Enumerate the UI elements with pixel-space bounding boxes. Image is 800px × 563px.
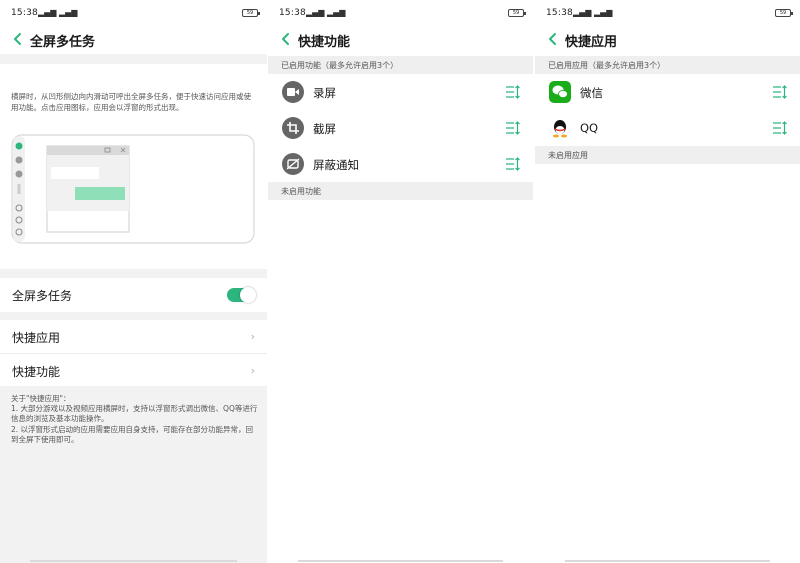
video-camera-icon: [282, 81, 304, 103]
screens-container: 15:38 ▂▄▆ ▂▄▆ 59 全屏多任务 横屏时，从凹形侧边向内滑动可呼出全…: [0, 0, 800, 563]
enabled-apps-header: 已启用应用（最多允许启用3个）: [535, 56, 800, 74]
title-bar: 快捷功能: [268, 26, 533, 54]
list-item-screen-record[interactable]: 录屏: [268, 74, 533, 110]
fullscreen-multitask-toggle-row[interactable]: 全屏多任务: [0, 278, 267, 312]
status-time: 15:38: [546, 8, 573, 18]
signal-icon: ▂▄▆ ▂▄▆: [306, 8, 346, 17]
drag-sort-icon[interactable]: [772, 84, 788, 100]
switch-knob: [240, 287, 256, 303]
quick-functions-screen: 15:38 ▂▄▆ ▂▄▆ 59 快捷功能 已启用功能（最多允许启用3个） 录屏: [268, 0, 533, 563]
chevron-right-icon: ›: [250, 364, 255, 377]
back-arrow-icon[interactable]: [11, 31, 25, 47]
battery-icon: 59: [775, 9, 793, 17]
section-header-text: 已启用功能（最多允许启用3个）: [281, 61, 399, 70]
list-item-qq[interactable]: QQ: [535, 110, 800, 146]
item-label: 屏蔽通知: [313, 158, 359, 172]
wechat-icon: [549, 81, 571, 103]
page-title: 快捷功能: [298, 35, 351, 50]
quick-apps-note: 关于"快捷应用"： 1. 大部分游戏以及视频应用横屏时，支持以浮窗形式调出微信、…: [11, 394, 259, 445]
fullscreen-multitask-switch[interactable]: [227, 287, 256, 303]
note-line: 关于"快捷应用"：: [11, 394, 71, 403]
back-arrow-icon[interactable]: [546, 31, 560, 47]
home-indicator: [565, 560, 770, 562]
home-indicator: [30, 560, 237, 562]
qq-icon: [549, 117, 571, 139]
row-quick-functions[interactable]: 快捷功能 ›: [0, 353, 267, 386]
quick-apps-label: 快捷应用: [12, 331, 61, 345]
disabled-functions-header: 未启用功能: [268, 182, 533, 200]
signal-icon: ▂▄▆ ▂▄▆: [38, 8, 78, 17]
chevron-right-icon: ›: [250, 330, 255, 343]
section-header-text: 未启用功能: [281, 187, 321, 196]
home-indicator: [298, 560, 503, 562]
fullscreen-multitask-screen: 15:38 ▂▄▆ ▂▄▆ 59 全屏多任务 横屏时，从凹形侧边向内滑动可呼出全…: [0, 0, 267, 563]
item-label: 微信: [580, 86, 603, 100]
status-bar: 15:38 ▂▄▆ ▂▄▆ 59: [535, 0, 800, 26]
status-time: 15:38: [279, 8, 306, 18]
landscape-phone-illustration: [11, 134, 255, 244]
toggle-row-label: 全屏多任务: [12, 289, 73, 303]
item-label: 录屏: [313, 86, 336, 100]
drag-sort-icon[interactable]: [505, 156, 521, 172]
drag-sort-icon[interactable]: [505, 84, 521, 100]
signal-icon: ▂▄▆ ▂▄▆: [573, 8, 613, 17]
list-item-screenshot[interactable]: 截屏: [268, 110, 533, 146]
battery-icon: 59: [508, 9, 526, 17]
list-item-wechat[interactable]: 微信: [535, 74, 800, 110]
note-line: 1. 大部分游戏以及视频应用横屏时，支持以浮窗形式调出微信、QQ等进行信息的浏览…: [11, 404, 258, 424]
page-title: 快捷应用: [565, 35, 618, 50]
page-title: 全屏多任务: [30, 35, 96, 50]
title-bar: 快捷应用: [535, 26, 800, 54]
note-line: 2. 以浮窗形式启动的应用需要应用自身支持，可能存在部分功能异常，回到全屏下使用…: [11, 424, 254, 444]
drag-sort-icon[interactable]: [505, 120, 521, 136]
title-bar: 全屏多任务: [0, 26, 267, 54]
section-header-text: 未启用应用: [548, 151, 588, 160]
description-panel: 横屏时，从凹形侧边向内滑动可呼出全屏多任务，便于快速访问应用或使用功能。点击应用…: [0, 64, 267, 269]
status-bar: 15:38 ▂▄▆ ▂▄▆ 59: [0, 0, 267, 26]
drag-sort-icon[interactable]: [772, 120, 788, 136]
list-item-block-notifications[interactable]: 屏蔽通知: [268, 146, 533, 182]
status-time: 15:38: [11, 8, 38, 18]
item-label: 截屏: [313, 122, 336, 136]
crop-icon: [282, 117, 304, 139]
quick-apps-screen: 15:38 ▂▄▆ ▂▄▆ 59 快捷应用 已启用应用（最多允许启用3个） 微信: [535, 0, 800, 563]
section-header-text: 已启用应用（最多允许启用3个）: [548, 61, 666, 70]
notification-off-icon: [282, 153, 304, 175]
status-bar: 15:38 ▂▄▆ ▂▄▆ 59: [268, 0, 533, 26]
row-quick-apps[interactable]: 快捷应用 ›: [0, 320, 267, 353]
disabled-apps-header: 未启用应用: [535, 146, 800, 164]
battery-icon: 59: [242, 9, 260, 17]
description-text: 横屏时，从凹形侧边向内滑动可呼出全屏多任务，便于快速访问应用或使用功能。点击应用…: [11, 92, 251, 112]
item-label: QQ: [580, 121, 599, 135]
enabled-functions-header: 已启用功能（最多允许启用3个）: [268, 56, 533, 74]
quick-functions-label: 快捷功能: [12, 365, 61, 379]
back-arrow-icon[interactable]: [279, 31, 293, 47]
